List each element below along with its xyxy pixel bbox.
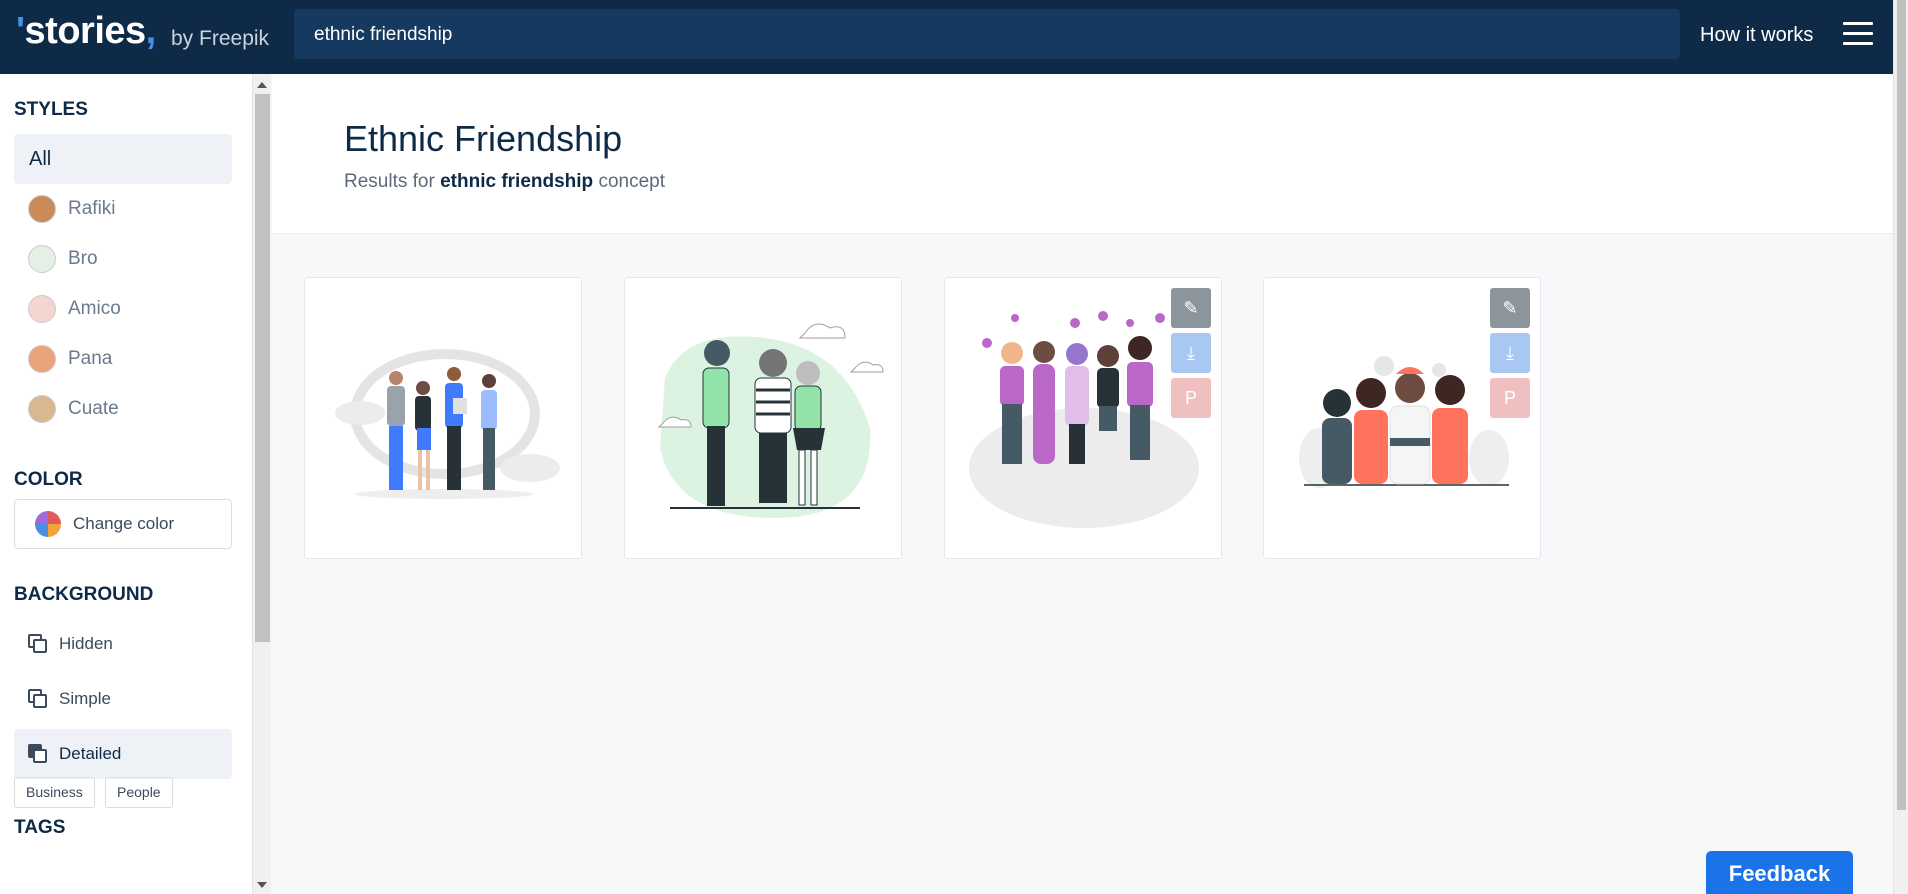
- style-all[interactable]: All: [14, 134, 232, 184]
- page-scrollbar[interactable]: [1893, 0, 1908, 894]
- simple-background-icon: [28, 689, 48, 709]
- hidden-background-icon: [28, 634, 48, 654]
- tags-heading: TAGS: [14, 817, 66, 838]
- illustration-image: [657, 323, 884, 518]
- illustration-card-4[interactable]: ✎ ⤓ P: [1263, 277, 1541, 559]
- results-header: Ethnic Friendship Results for ethnic fri…: [272, 74, 1893, 234]
- page-scroll-thumb[interactable]: [1897, 0, 1906, 810]
- color-heading: COLOR: [14, 469, 83, 490]
- page-title: Ethnic Friendship: [344, 118, 623, 159]
- pana-avatar-icon: [28, 345, 56, 373]
- scroll-up-arrow-icon[interactable]: [257, 82, 267, 88]
- detailed-background-icon: [28, 744, 48, 764]
- styles-heading: STYLES: [14, 99, 88, 120]
- sidebar-scrollbar[interactable]: [252, 74, 271, 894]
- illustration-image: [335, 349, 560, 499]
- sidebar-scroll-thumb[interactable]: [255, 94, 270, 642]
- amico-avatar-icon: [28, 295, 56, 323]
- color-wheel-icon: [35, 511, 61, 537]
- stories-logo[interactable]: 'stories,: [16, 10, 156, 53]
- feedback-button[interactable]: Feedback: [1706, 851, 1853, 894]
- background-simple[interactable]: Simple: [14, 674, 232, 724]
- rafiki-avatar-icon: [28, 195, 56, 223]
- card-actions: ✎ ⤓ P: [1490, 288, 1530, 423]
- download-icon[interactable]: ⤓: [1490, 333, 1530, 373]
- hamburger-menu-icon[interactable]: [1843, 22, 1873, 46]
- style-amico[interactable]: Amico: [14, 284, 232, 334]
- download-icon[interactable]: ⤓: [1171, 333, 1211, 373]
- cuate-avatar-icon: [28, 395, 56, 423]
- edit-wand-icon[interactable]: ✎: [1171, 288, 1211, 328]
- filter-sidebar: STYLES All Rafiki Bro Amico Pana Cuate C…: [0, 74, 252, 894]
- card-actions: ✎ ⤓ P: [1171, 288, 1211, 423]
- freepik-byline: by Freepik: [171, 27, 270, 50]
- scroll-down-arrow-icon[interactable]: [257, 882, 267, 888]
- search-input[interactable]: ethnic friendship: [294, 9, 1680, 59]
- bro-avatar-icon: [28, 245, 56, 273]
- pinterest-icon[interactable]: P: [1490, 378, 1530, 418]
- top-header: 'stories, by Freepik ethnic friendship H…: [0, 0, 1893, 74]
- illustration-card-1[interactable]: [304, 277, 582, 559]
- style-bro[interactable]: Bro: [14, 234, 232, 284]
- tag-people[interactable]: People: [105, 777, 173, 808]
- style-pana[interactable]: Pana: [14, 334, 232, 384]
- pinterest-icon[interactable]: P: [1171, 378, 1211, 418]
- background-detailed[interactable]: Detailed: [14, 729, 232, 779]
- style-cuate[interactable]: Cuate: [14, 384, 232, 434]
- illustration-card-3[interactable]: ✎ ⤓ P: [944, 277, 1222, 559]
- results-subtitle: Results for ethnic friendship concept: [344, 171, 665, 192]
- background-hidden[interactable]: Hidden: [14, 619, 232, 669]
- style-rafiki[interactable]: Rafiki: [14, 184, 232, 234]
- how-it-works-link[interactable]: How it works: [1700, 24, 1813, 47]
- background-heading: BACKGROUND: [14, 584, 154, 605]
- search-value: ethnic friendship: [314, 24, 453, 45]
- change-color-button[interactable]: Change color: [14, 499, 232, 549]
- illustration-card-2[interactable]: [624, 277, 902, 559]
- tag-business[interactable]: Business: [14, 777, 95, 808]
- edit-wand-icon[interactable]: ✎: [1490, 288, 1530, 328]
